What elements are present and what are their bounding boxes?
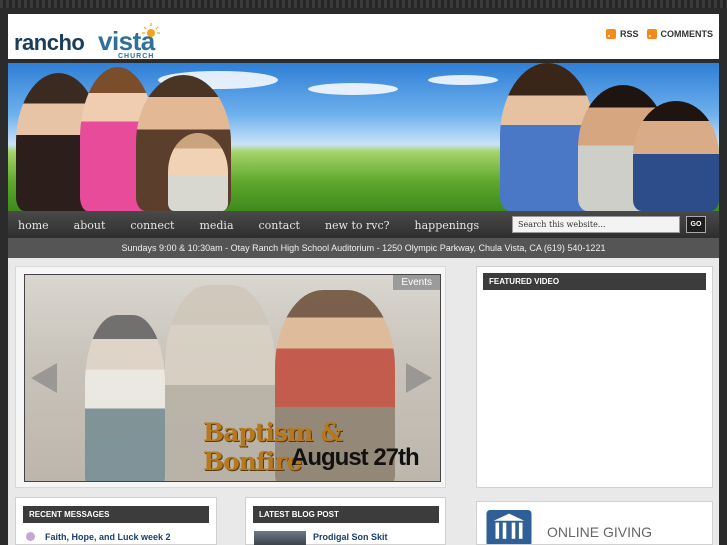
nav-new-to-rvc[interactable]: new to rvc? [325,211,400,238]
slider-prev-arrow-icon[interactable] [31,363,57,393]
latest-blog-heading: LATEST BLOG POST [253,506,439,523]
header-links: RSS COMMENTS [605,29,714,39]
events-slider: Events Baptism & Bonfire August 27th [15,266,446,488]
blog-thumbnail[interactable] [254,531,306,545]
comments-label: COMMENTS [660,29,714,39]
bank-icon [486,510,532,544]
recent-messages-heading: RECENT MESSAGES [23,506,209,523]
rss-label: RSS [619,29,639,39]
slider-next-arrow-icon[interactable] [406,363,432,393]
hero-banner [8,63,719,211]
latest-blog-box: LATEST BLOG POST Prodigal Son Skit [245,497,446,545]
featured-video-box: FEATURED VIDEO [476,266,713,488]
online-giving-box[interactable]: ONLINE GIVING [476,501,713,545]
nav-home[interactable]: home [18,211,59,238]
slide-date: August 27th [291,444,420,471]
recent-messages-box: RECENT MESSAGES Faith, Hope, and Luck we… [15,497,217,545]
top-stripe [0,0,727,8]
online-giving-label: ONLINE GIVING [547,524,653,540]
banner-person [168,133,228,211]
site-logo[interactable]: rancho vista CHURCH [14,22,174,60]
comments-rss-icon [646,29,657,39]
rss-link[interactable]: RSS [605,29,639,39]
nav-media[interactable]: media [199,211,243,238]
search-input[interactable]: Search this website... [512,216,680,233]
banner-cloud [308,83,398,95]
service-info-bar: Sundays 9:00 & 10:30am - Otay Ranch High… [8,238,719,258]
nav-about[interactable]: about [74,211,116,238]
nav-happenings[interactable]: happenings [415,211,490,238]
featured-video-heading: FEATURED VIDEO [483,273,706,290]
nav-contact[interactable]: contact [259,211,310,238]
sun-icon [142,23,160,37]
search-go-button[interactable]: GO [686,216,706,233]
events-tag[interactable]: Events [393,275,440,290]
banner-cloud [428,75,498,85]
banner-person [633,101,719,211]
blog-post-link[interactable]: Prodigal Son Skit [313,532,388,542]
comments-link[interactable]: COMMENTS [646,29,714,39]
microphone-icon [26,532,35,541]
nav-connect[interactable]: connect [130,211,184,238]
logo-word-rancho: rancho [14,30,85,55]
slide-image[interactable]: Events Baptism & Bonfire August 27th [24,274,441,482]
logo-word-church: CHURCH [118,53,155,60]
slide-figure [85,315,165,481]
main-nav: home about connect media contact new to … [8,211,719,238]
site-header: rancho vista CHURCH RSS COMMENTS [8,14,719,60]
rss-icon [605,29,616,39]
recent-message-link[interactable]: Faith, Hope, and Luck week 2 [45,532,171,542]
